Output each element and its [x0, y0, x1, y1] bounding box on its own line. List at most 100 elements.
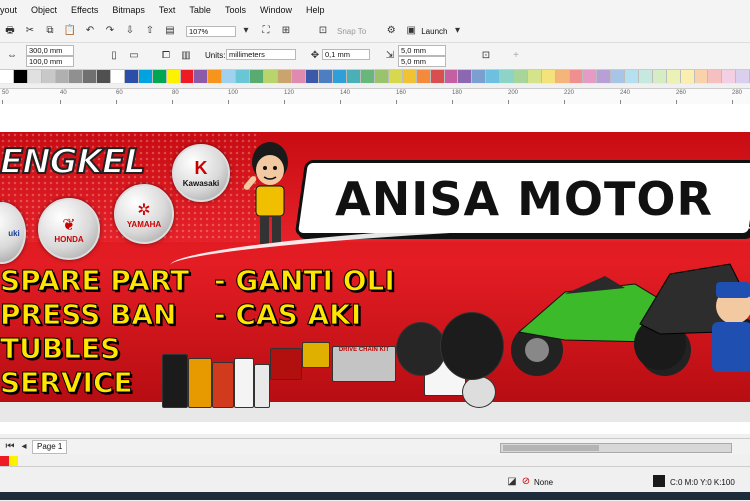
palette-swatch[interactable] — [152, 70, 167, 83]
palette-swatch[interactable] — [416, 70, 431, 83]
palette-swatch[interactable] — [250, 70, 264, 83]
width-field[interactable]: 300,0 mm — [26, 45, 74, 56]
palette-swatch[interactable] — [611, 70, 626, 83]
add-icon[interactable]: + — [509, 49, 523, 63]
horizontal-ruler[interactable]: 50 40 60 80 100 120 140 160 180 200 220 240 260 280 — [0, 88, 750, 105]
launch-icon[interactable]: ▣ — [404, 24, 418, 38]
palette-swatch[interactable] — [500, 70, 514, 83]
palette-swatch[interactable] — [430, 70, 445, 83]
palette-swatch[interactable] — [0, 70, 14, 83]
undo-icon[interactable]: ↶ — [83, 24, 97, 38]
palette-swatch[interactable] — [305, 70, 320, 83]
launch-button[interactable]: Launch — [421, 27, 447, 36]
palette-swatch[interactable] — [41, 70, 56, 83]
menu-table[interactable]: Table — [189, 5, 211, 15]
palette-swatch[interactable] — [208, 70, 223, 83]
zoom-dropdown-icon[interactable]: ▾ — [239, 24, 253, 38]
snap-to-button[interactable]: Snap To — [337, 27, 366, 36]
palette-swatch[interactable] — [486, 70, 501, 83]
launch-dropdown-icon[interactable]: ▾ — [450, 24, 464, 38]
palette-swatch[interactable] — [166, 70, 181, 83]
banner-artwork[interactable]: ENGKEL K Kawasaki ✲ YAMAHA ❦ HONDA uki A… — [0, 132, 750, 422]
palette-swatch[interactable] — [736, 70, 750, 83]
snap-icon[interactable]: ⊡ — [316, 24, 330, 38]
palette-swatch[interactable] — [361, 70, 376, 83]
menu-tools[interactable]: Tools — [225, 5, 246, 15]
palette-swatch[interactable] — [55, 70, 70, 83]
palette-swatch[interactable] — [458, 70, 473, 83]
print-icon[interactable]: 🖶 — [3, 24, 17, 38]
palette-swatch[interactable] — [638, 70, 653, 83]
palette-swatch[interactable] — [555, 70, 570, 83]
landscape-icon[interactable]: ▭ — [127, 49, 141, 63]
palette-swatch[interactable] — [347, 70, 362, 83]
palette-swatch[interactable] — [666, 70, 681, 83]
cut-icon[interactable]: ✂ — [23, 24, 37, 38]
portrait-icon[interactable]: ▯ — [107, 49, 121, 63]
duplicate-x-field[interactable]: 5,0 mm — [398, 45, 446, 56]
palette-swatch[interactable] — [13, 70, 28, 83]
copy-icon[interactable]: ⧉ — [43, 24, 57, 38]
paste-icon[interactable]: 📋 — [63, 24, 77, 38]
redo-icon[interactable]: ↷ — [103, 24, 117, 38]
palette-swatch[interactable] — [83, 70, 98, 83]
palette-swatch[interactable] — [236, 70, 251, 83]
tab-page-1[interactable]: Page 1 — [32, 440, 68, 454]
all-pages-icon[interactable]: ⧠ — [159, 49, 173, 63]
menu-bitmaps[interactable]: Bitmaps — [112, 5, 145, 15]
palette-swatch[interactable] — [541, 70, 556, 83]
palette-swatch[interactable] — [708, 70, 723, 83]
menu-object[interactable]: Object — [31, 5, 57, 15]
palette-swatch[interactable] — [27, 70, 42, 83]
height-field[interactable]: 100,0 mm — [26, 56, 74, 67]
palette-swatch[interactable] — [333, 70, 348, 83]
palette-swatch[interactable] — [583, 70, 598, 83]
palette-swatch[interactable] — [402, 70, 417, 83]
menu-window[interactable]: Window — [260, 5, 292, 15]
palette-swatch[interactable] — [652, 70, 667, 83]
prev-page-icon[interactable]: ◂ — [17, 440, 31, 454]
palette-swatch[interactable] — [597, 70, 612, 83]
pdf-icon[interactable]: ▤ — [163, 24, 177, 38]
menu-help[interactable]: Help — [306, 5, 325, 15]
show-rulers-icon[interactable]: ⊞ — [279, 24, 293, 38]
units-select[interactable]: millimeters — [226, 49, 296, 60]
palette-swatch[interactable] — [569, 70, 584, 83]
palette-swatch[interactable] — [69, 70, 84, 83]
nudge-field[interactable]: 0,1 mm — [322, 49, 370, 60]
palette-swatch[interactable] — [291, 70, 306, 83]
export-icon[interactable]: ⇧ — [143, 24, 157, 38]
treat-as-filled-icon[interactable]: ⊡ — [479, 49, 493, 63]
zoom-input[interactable]: 107% — [186, 25, 236, 37]
palette-swatch[interactable] — [527, 70, 542, 83]
current-page-icon[interactable]: ▥ — [179, 49, 193, 63]
menu-layout[interactable]: yout — [0, 5, 17, 15]
palette-swatch[interactable] — [722, 70, 737, 83]
palette-swatch[interactable] — [513, 70, 528, 83]
options-gear-icon[interactable]: ⚙ — [384, 24, 398, 38]
palette-swatch[interactable] — [125, 70, 139, 83]
palette-swatch[interactable] — [277, 70, 292, 83]
palette-swatch[interactable] — [138, 70, 153, 83]
horizontal-scrollbar[interactable] — [500, 443, 732, 453]
import-icon[interactable]: ⇩ — [123, 24, 137, 38]
palette-swatch[interactable] — [319, 70, 334, 83]
full-screen-icon[interactable]: ⛶ — [259, 24, 273, 38]
scrollbar-thumb[interactable] — [503, 445, 599, 451]
palette-swatch[interactable] — [388, 70, 403, 83]
doc-swatch-red[interactable] — [0, 456, 9, 466]
palette-swatch[interactable] — [625, 70, 639, 83]
menu-effects[interactable]: Effects — [71, 5, 98, 15]
duplicate-y-field[interactable]: 5,0 mm — [398, 56, 446, 67]
palette-swatch[interactable] — [263, 70, 278, 83]
palette-swatch[interactable] — [444, 70, 459, 83]
palette-swatch[interactable] — [375, 70, 389, 83]
palette-swatch[interactable] — [194, 70, 209, 83]
first-page-icon[interactable]: ⏮ — [3, 440, 17, 454]
palette-swatch[interactable] — [180, 70, 195, 83]
doc-swatch-yellow[interactable] — [9, 456, 18, 466]
menu-text[interactable]: Text — [159, 5, 176, 15]
palette-swatch[interactable] — [111, 70, 126, 83]
palette-swatch[interactable] — [694, 70, 709, 83]
palette-swatch[interactable] — [222, 70, 237, 83]
